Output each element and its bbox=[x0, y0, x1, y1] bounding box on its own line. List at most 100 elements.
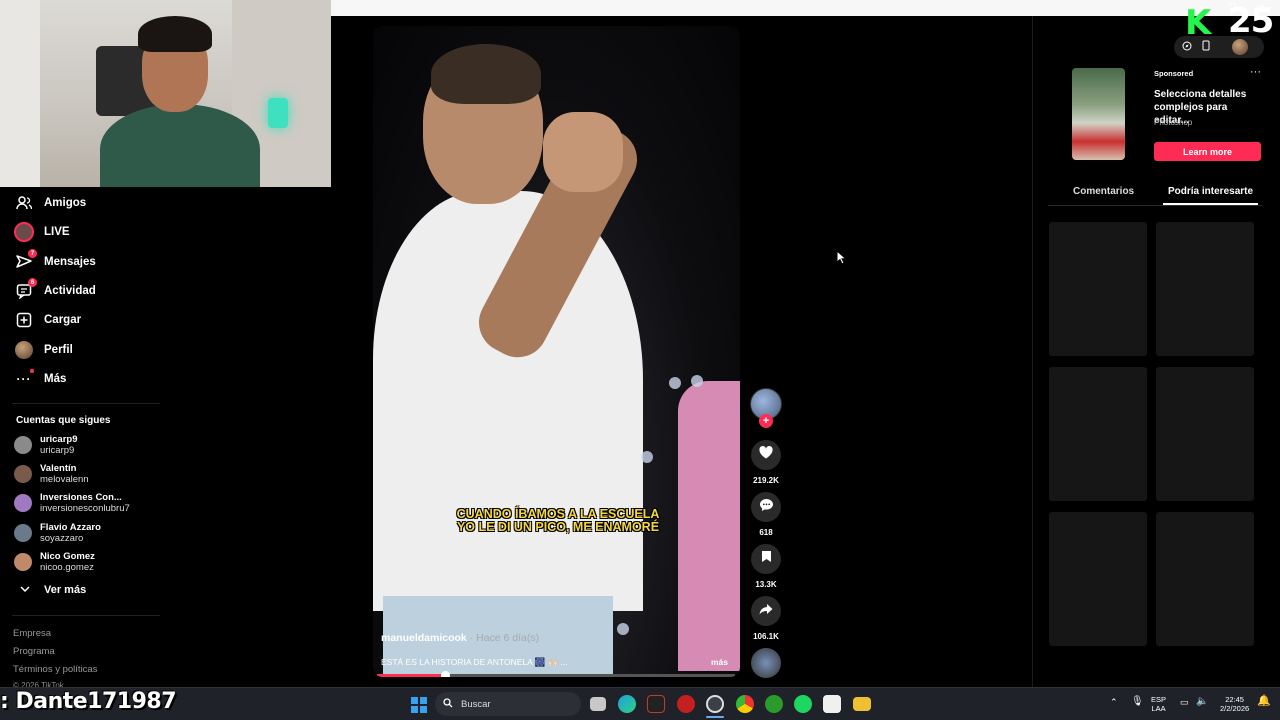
avatar[interactable] bbox=[1232, 39, 1248, 55]
following-title: Cuentas que sigues bbox=[16, 415, 111, 426]
comment-icon bbox=[759, 498, 774, 517]
ad-options-icon[interactable]: ··· bbox=[1250, 66, 1261, 78]
tray-chevron-icon[interactable]: ⌃ bbox=[1110, 698, 1118, 707]
bookmark-icon bbox=[761, 550, 772, 568]
task-view-icon[interactable] bbox=[590, 697, 606, 711]
sidebar-item-mensajes[interactable]: 7 Mensajes bbox=[14, 248, 96, 276]
post-time: · Hace 6 día(s) bbox=[466, 632, 540, 644]
progress-handle[interactable] bbox=[441, 671, 451, 677]
following-name: Nico Gomez bbox=[40, 551, 95, 562]
following-item[interactable]: Nico Gomez nicoo.gomez bbox=[14, 551, 95, 573]
upload-icon bbox=[14, 310, 34, 330]
following-item[interactable]: Flavio Azzaro soyazzaro bbox=[14, 522, 101, 544]
following-handle: nicoo.gomez bbox=[40, 562, 94, 573]
following-item[interactable]: Valentín melovalenn bbox=[14, 463, 89, 485]
video-player[interactable]: @manueldamicook CUANDO ÍBAMOS A LA ESCUE… bbox=[373, 26, 740, 677]
see-more-label: Ver más bbox=[44, 584, 87, 596]
avatar bbox=[14, 524, 32, 542]
video-author[interactable]: manueldamicook · Hace 6 día(s) bbox=[381, 632, 539, 644]
like-button[interactable] bbox=[751, 440, 781, 470]
browser-top-strip bbox=[331, 0, 1280, 16]
close-icon[interactable]: ✕ bbox=[1258, 2, 1266, 13]
heart-icon bbox=[759, 446, 773, 464]
app-icon[interactable] bbox=[647, 695, 665, 713]
avatar bbox=[14, 494, 32, 512]
language-indicator[interactable]: ESP LAA bbox=[1151, 695, 1166, 713]
following-handle: soyazzaro bbox=[40, 533, 84, 544]
tab-podria-interesarte[interactable]: Podría interesarte bbox=[1168, 186, 1253, 197]
compass-icon[interactable] bbox=[1182, 38, 1192, 56]
follow-plus-icon[interactable]: + bbox=[759, 414, 773, 428]
comment-count: 618 bbox=[759, 528, 773, 537]
see-more-button[interactable]: Ver más bbox=[20, 584, 86, 596]
sidebar-item-cargar[interactable]: Cargar bbox=[14, 306, 81, 334]
suggested-video-thumbnail[interactable] bbox=[1156, 512, 1254, 646]
sidebar-item-label: Cargar bbox=[44, 314, 82, 326]
save-count: 13.3K bbox=[755, 580, 777, 589]
device-icon[interactable] bbox=[1202, 38, 1210, 56]
minimize-icon[interactable]: ─ bbox=[1200, 2, 1206, 12]
ad-image[interactable] bbox=[1072, 68, 1125, 160]
messages-badge: 7 bbox=[28, 249, 37, 258]
more-button[interactable]: más bbox=[711, 657, 728, 667]
suggested-video-thumbnail[interactable] bbox=[1049, 367, 1147, 501]
footer-link-empresa[interactable]: Empresa bbox=[13, 628, 51, 639]
sidebar-item-label: LIVE bbox=[44, 226, 70, 238]
footer-link-terminos[interactable]: Términos y políticas bbox=[13, 664, 97, 675]
sponsored-label: Sponsored bbox=[1154, 69, 1194, 78]
clock[interactable]: 22:45 2/2/2026 bbox=[1220, 695, 1249, 713]
windows-start-icon[interactable] bbox=[411, 697, 427, 713]
caption-line: YO LE DI UN PICO, ME ENAMORÉ bbox=[456, 520, 660, 534]
avatar bbox=[14, 553, 32, 571]
suggested-video-thumbnail[interactable] bbox=[1049, 222, 1147, 356]
learn-more-button[interactable]: Learn more bbox=[1154, 142, 1261, 161]
following-item[interactable]: uricarp9 uricarp9 bbox=[14, 434, 78, 456]
sidebar-item-live[interactable]: LIVE bbox=[14, 218, 70, 246]
top-right-toolbar bbox=[1174, 36, 1264, 58]
edge-icon[interactable] bbox=[618, 695, 636, 713]
obs-icon[interactable] bbox=[706, 695, 724, 713]
app-red-icon[interactable] bbox=[677, 695, 695, 713]
notification-icon[interactable]: 🔔 bbox=[1257, 696, 1271, 707]
microphone-icon[interactable]: 🎙 bbox=[1131, 697, 1144, 707]
sidebar-divider bbox=[12, 615, 160, 616]
lang-top: ESP bbox=[1151, 695, 1167, 704]
network-icon[interactable]: ▭ bbox=[1180, 698, 1189, 707]
volume-icon[interactable]: 🔈 bbox=[1196, 697, 1208, 707]
spotify-icon[interactable] bbox=[794, 695, 812, 713]
xbox-icon[interactable] bbox=[765, 695, 783, 713]
avatar bbox=[14, 465, 32, 483]
video-progress-bar[interactable] bbox=[377, 671, 735, 677]
share-button[interactable] bbox=[751, 596, 781, 626]
suggested-video-thumbnail[interactable] bbox=[1049, 512, 1147, 646]
suggested-video-thumbnail[interactable] bbox=[1156, 222, 1254, 356]
video-caption: CUANDO ÍBAMOS A LA ESCUELA YO LE DI UN P… bbox=[433, 508, 683, 534]
friends-icon bbox=[14, 193, 34, 213]
file-explorer-icon[interactable] bbox=[853, 697, 871, 711]
sidebar-item-amigos[interactable]: Amigos bbox=[14, 189, 86, 217]
tab-divider bbox=[1048, 205, 1262, 206]
sidebar-item-label: Actividad bbox=[44, 285, 96, 297]
taskbar-search[interactable]: Buscar bbox=[435, 692, 581, 716]
comment-button[interactable] bbox=[751, 492, 781, 522]
save-button[interactable] bbox=[751, 544, 781, 574]
sidebar-item-label: Perfil bbox=[44, 344, 73, 356]
video-description: ESTÁ ES LA HISTORIA DE ANTONELA 🎆 🙌🏻 ... bbox=[381, 657, 568, 667]
suggested-video-thumbnail[interactable] bbox=[1156, 367, 1254, 501]
sidebar-item-label: Mensajes bbox=[44, 256, 96, 268]
sidebar-item-mas[interactable]: ··· Más bbox=[14, 365, 66, 393]
chrome-icon[interactable] bbox=[736, 695, 754, 713]
capcut-icon[interactable] bbox=[823, 695, 841, 713]
sidebar-item-actividad[interactable]: 6 Actividad bbox=[14, 277, 96, 305]
webcam-overlay bbox=[0, 0, 331, 187]
footer-link-programa[interactable]: Programa bbox=[13, 646, 55, 657]
sidebar-item-perfil[interactable]: Perfil bbox=[14, 336, 73, 364]
music-disc-icon[interactable] bbox=[751, 648, 781, 678]
activity-icon: 6 bbox=[14, 278, 37, 301]
maximize-icon[interactable]: ❐ bbox=[1228, 2, 1236, 13]
tab-comentarios[interactable]: Comentarios bbox=[1073, 186, 1134, 197]
clock-time: 22:45 bbox=[1225, 695, 1244, 704]
mouse-cursor-icon bbox=[836, 249, 848, 270]
following-item[interactable]: Inversiones Con... inversionesconlubru7 bbox=[14, 492, 130, 514]
more-icon: ··· bbox=[14, 369, 34, 389]
